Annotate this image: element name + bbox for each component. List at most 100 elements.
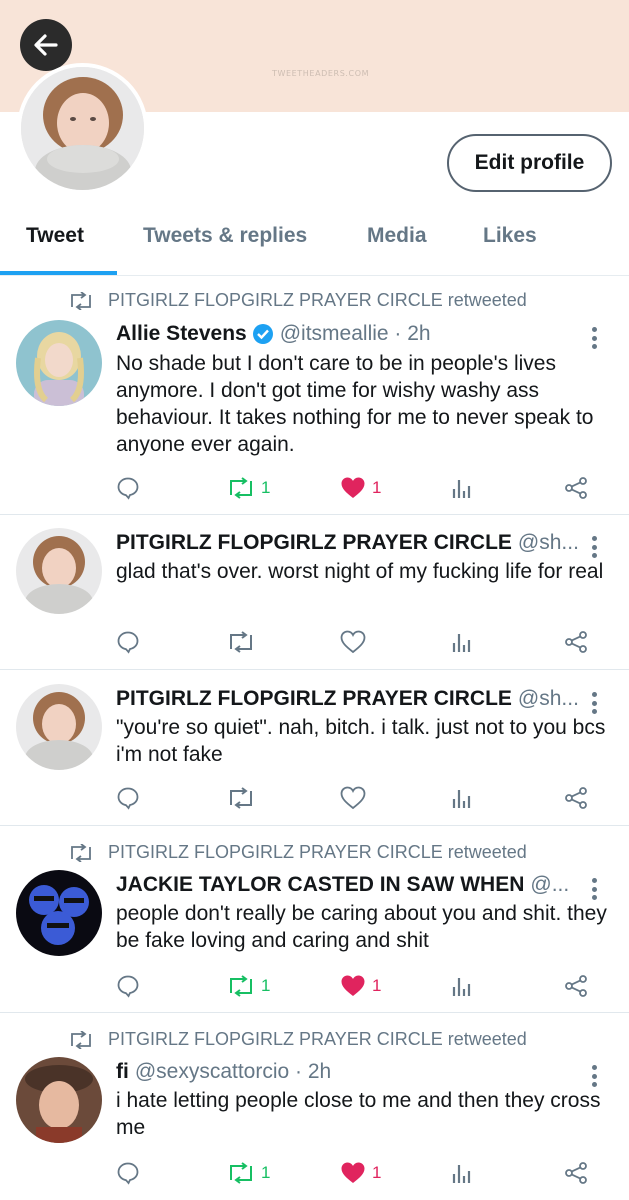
retweet-icon: [71, 291, 91, 310]
author-name[interactable]: PITGIRLZ FLOPGIRLZ PRAYER CIRCLE: [116, 531, 512, 555]
reply-button[interactable]: [116, 473, 140, 503]
retweet-icon: [230, 975, 252, 997]
tweet-actions: [0, 627, 629, 657]
analytics-icon: [452, 480, 471, 498]
retweet-icon: [71, 1030, 91, 1049]
author-handle[interactable]: @itsmeallie · 2h: [280, 322, 431, 346]
analytics-button[interactable]: [452, 627, 474, 657]
like-button[interactable]: 1: [340, 971, 381, 1001]
more-options-icon[interactable]: [584, 689, 604, 717]
more-options-icon[interactable]: [584, 1062, 604, 1090]
avatar[interactable]: [16, 528, 102, 614]
reply-button[interactable]: [116, 627, 140, 657]
reply-button[interactable]: [116, 971, 140, 1001]
share-button[interactable]: [564, 783, 588, 813]
more-options-icon[interactable]: [584, 875, 604, 903]
active-tab-indicator: [0, 271, 117, 275]
avatar[interactable]: [16, 1057, 102, 1143]
reply-icon: [117, 975, 139, 998]
tweet-item[interactable]: PITGIRLZ FLOPGIRLZ PRAYER CIRCLE retweet…: [0, 826, 629, 1013]
tweet-text: i hate letting people close to me and th…: [116, 1089, 601, 1139]
tweet-item[interactable]: PITGIRLZ FLOPGIRLZ PRAYER CIRCLE @sh... …: [0, 670, 629, 826]
share-button[interactable]: [564, 1158, 588, 1188]
retweeted-by-text: PITGIRLZ FLOPGIRLZ PRAYER CIRCLE retweet…: [108, 842, 527, 862]
avatar[interactable]: [16, 320, 102, 406]
like-button[interactable]: 1: [340, 473, 381, 503]
retweet-count: 1: [261, 478, 271, 497]
tweet-header: Allie Stevens @itsmeallie · 2h: [116, 322, 586, 346]
avatar[interactable]: [16, 684, 102, 770]
tab-tweets-replies[interactable]: Tweets & replies: [143, 206, 307, 266]
share-icon: [565, 787, 587, 809]
tweet-header: JACKIE TAYLOR CASTED IN SAW WHEN @...: [116, 873, 586, 897]
more-options-icon[interactable]: [584, 324, 604, 352]
tweet-header: PITGIRLZ FLOPGIRLZ PRAYER CIRCLE @sh...: [116, 531, 586, 555]
retweet-button[interactable]: 1: [227, 971, 270, 1001]
tweet-text: No shade but I don't care to be in peopl…: [116, 352, 594, 456]
analytics-button[interactable]: [452, 783, 474, 813]
tab-tweet[interactable]: Tweet: [26, 206, 84, 266]
edit-profile-button[interactable]: Edit profile: [447, 134, 612, 192]
retweet-button[interactable]: [227, 627, 255, 657]
tweet-item[interactable]: PITGIRLZ FLOPGIRLZ PRAYER CIRCLE @sh... …: [0, 515, 629, 670]
reply-button[interactable]: [116, 1158, 140, 1188]
profile-avatar[interactable]: [17, 63, 148, 194]
analytics-button[interactable]: [452, 473, 474, 503]
share-button[interactable]: [564, 971, 588, 1001]
author-handle[interactable]: @...: [530, 873, 569, 897]
author-handle[interactable]: @sh...: [518, 531, 579, 555]
profile-tabs: Tweet Tweets & replies Media Likes: [0, 206, 629, 276]
retweet-button[interactable]: [227, 783, 255, 813]
like-button[interactable]: [340, 627, 366, 657]
like-button[interactable]: [340, 783, 366, 813]
tweet-item[interactable]: PITGIRLZ FLOPGIRLZ PRAYER CIRCLE retweet…: [0, 276, 629, 515]
back-button[interactable]: [20, 19, 72, 71]
analytics-button[interactable]: [452, 971, 474, 1001]
share-icon: [565, 477, 587, 499]
author-handle[interactable]: @sh...: [518, 687, 579, 711]
analytics-icon: [452, 1165, 471, 1183]
heart-filled-icon: [341, 477, 365, 498]
reply-icon: [117, 477, 139, 500]
retweet-button[interactable]: 1: [227, 473, 270, 503]
banner-watermark: TWEETHEADERS.COM: [272, 69, 370, 78]
reply-icon: [117, 787, 139, 810]
analytics-icon: [452, 634, 471, 652]
retweet-indicator: PITGIRLZ FLOPGIRLZ PRAYER CIRCLE retweet…: [68, 1029, 527, 1050]
retweeted-by-text: PITGIRLZ FLOPGIRLZ PRAYER CIRCLE retweet…: [108, 290, 527, 310]
reply-icon: [117, 631, 139, 654]
share-icon: [565, 631, 587, 653]
tweet-text: glad that's over. worst night of my fuck…: [116, 560, 604, 583]
retweet-indicator: PITGIRLZ FLOPGIRLZ PRAYER CIRCLE retweet…: [68, 290, 527, 311]
reply-icon: [117, 1162, 139, 1185]
tweet-actions: [0, 783, 629, 813]
author-name[interactable]: PITGIRLZ FLOPGIRLZ PRAYER CIRCLE: [116, 687, 512, 711]
reply-button[interactable]: [116, 783, 140, 813]
analytics-icon: [452, 978, 471, 996]
share-button[interactable]: [564, 473, 588, 503]
retweet-count: 1: [261, 1163, 271, 1182]
avatar[interactable]: [16, 870, 102, 956]
author-name[interactable]: JACKIE TAYLOR CASTED IN SAW WHEN: [116, 873, 524, 897]
author-handle[interactable]: @sexyscattorcio · 2h: [135, 1060, 331, 1084]
retweet-indicator: PITGIRLZ FLOPGIRLZ PRAYER CIRCLE retweet…: [68, 842, 527, 863]
retweet-icon: [230, 787, 252, 809]
more-options-icon[interactable]: [584, 533, 604, 561]
tweet-actions: 1 1: [0, 1158, 629, 1188]
retweet-icon: [230, 631, 252, 653]
share-button[interactable]: [564, 627, 588, 657]
tweet-text: people don't really be caring about you …: [116, 902, 607, 952]
like-button[interactable]: 1: [340, 1158, 381, 1188]
tweet-item[interactable]: PITGIRLZ FLOPGIRLZ PRAYER CIRCLE retweet…: [0, 1013, 629, 1200]
retweet-count: 1: [261, 976, 271, 995]
tab-likes[interactable]: Likes: [483, 206, 537, 266]
retweet-button[interactable]: 1: [227, 1158, 270, 1188]
like-count: 1: [372, 1163, 382, 1182]
analytics-icon: [452, 790, 471, 808]
analytics-button[interactable]: [452, 1158, 474, 1188]
tab-media[interactable]: Media: [367, 206, 427, 266]
author-name[interactable]: Allie Stevens: [116, 322, 247, 346]
retweet-icon: [230, 477, 252, 499]
author-name[interactable]: fi: [116, 1060, 129, 1084]
share-icon: [565, 975, 587, 997]
